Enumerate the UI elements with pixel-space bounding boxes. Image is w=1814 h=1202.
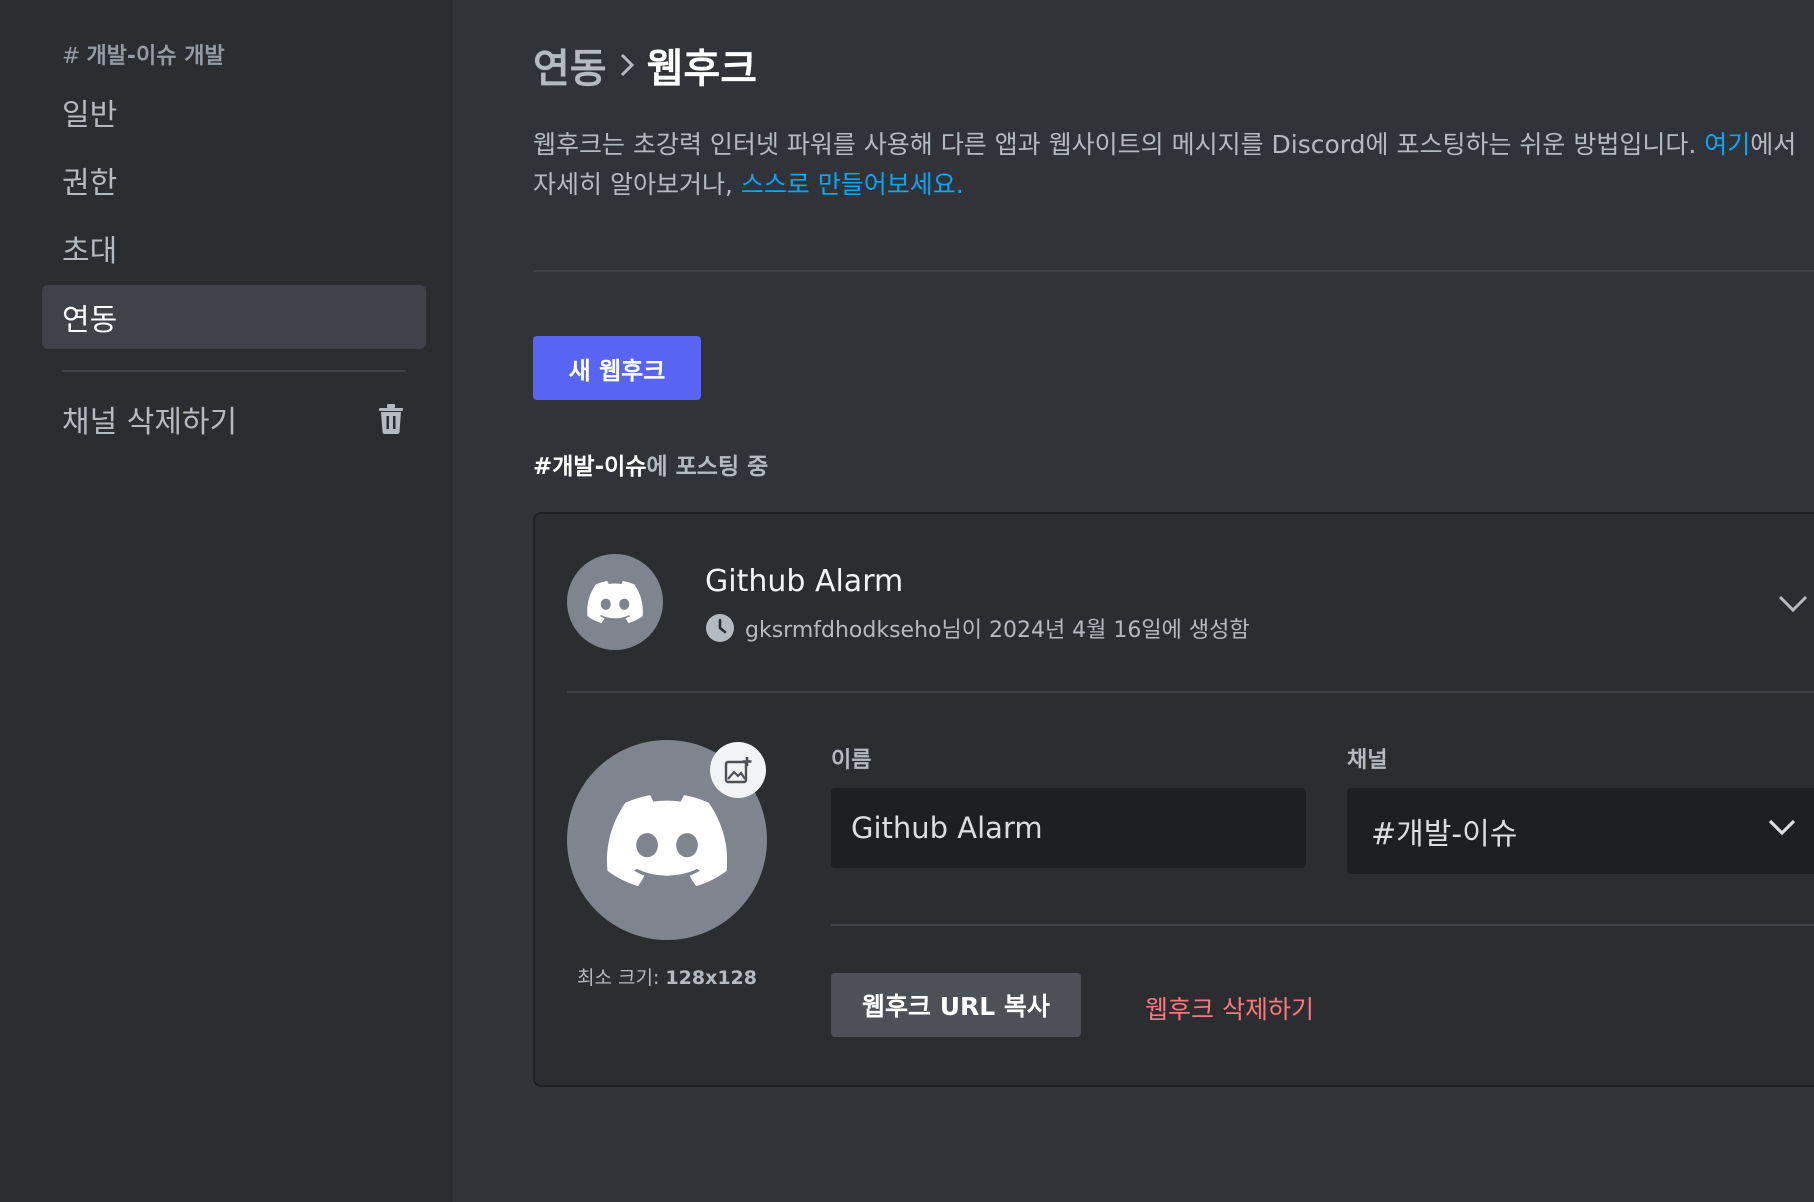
sidebar-header-hash: # bbox=[62, 44, 81, 69]
new-webhook-button[interactable]: 새 웹후크 bbox=[533, 336, 701, 400]
image-add-icon[interactable] bbox=[710, 742, 766, 798]
sidebar-item-label: 연동 bbox=[62, 303, 118, 338]
webhook-name-title: Github Alarm bbox=[705, 564, 904, 599]
channel-select-value: #개발-이슈 bbox=[1371, 817, 1518, 852]
sidebar-item-general[interactable]: 일반 bbox=[42, 80, 426, 144]
trash-icon bbox=[378, 404, 404, 434]
delete-channel-label: 채널 삭제하기 bbox=[62, 405, 238, 440]
avatar-min-size: 최소 크기: 128x128 bbox=[567, 963, 767, 990]
channel-field-label: 채널 bbox=[1347, 748, 1388, 773]
breadcrumb-parent[interactable]: 연동 bbox=[533, 36, 607, 94]
posting-suffix: 에 포스팅 중 bbox=[646, 454, 769, 480]
webhook-name-input[interactable] bbox=[831, 788, 1306, 868]
card-divider bbox=[567, 691, 1814, 693]
sidebar-item-permissions[interactable]: 권한 bbox=[42, 148, 426, 212]
make-your-own-link[interactable]: 스스로 만들어보세요. bbox=[741, 170, 964, 199]
chevron-down-icon bbox=[1767, 818, 1797, 838]
webhook-created-meta: gksrmfdhodkseho님이 2024년 4월 16일에 생성함 bbox=[705, 612, 1250, 644]
description-after-link: 에서 bbox=[1750, 130, 1797, 159]
name-field-label: 이름 bbox=[831, 748, 872, 773]
collapse-webhook-button[interactable] bbox=[1777, 594, 1809, 614]
sidebar-divider bbox=[62, 370, 406, 372]
channel-select[interactable]: #개발-이슈 bbox=[1347, 788, 1814, 874]
chevron-down-icon bbox=[1777, 594, 1809, 614]
sidebar-header-label: 개발-이슈 개발 bbox=[86, 44, 225, 69]
webhook-created-text: 님이 2024년 4월 16일에 생성함 bbox=[941, 618, 1250, 643]
main-content: 연동 웹후크 웹후크는 초강력 인터넷 파워를 사용해 다른 앱과 웹사이트의 … bbox=[453, 0, 1814, 1202]
webhook-description: 웹후크는 초강력 인터넷 파워를 사용해 다른 앱과 웹사이트의 메시지를 Di… bbox=[533, 125, 1814, 205]
section-divider bbox=[533, 270, 1814, 272]
description-line2: 자세히 알아보거나, bbox=[533, 170, 733, 199]
min-size-label: 최소 크기: bbox=[577, 967, 660, 989]
discord-logo-icon bbox=[607, 794, 727, 886]
posting-channel-label: #개발-이슈에 포스팅 중 bbox=[533, 447, 768, 481]
chevron-right-icon bbox=[617, 52, 637, 78]
delete-webhook-button[interactable]: 웹후크 삭제하기 bbox=[1145, 990, 1314, 1026]
discord-logo-icon bbox=[587, 581, 643, 623]
settings-sidebar: # 개발-이슈 개발 일반 권한 초대 연동 채널 삭제하기 bbox=[0, 0, 453, 1202]
clock-icon bbox=[705, 613, 735, 643]
page-title: 웹후크 bbox=[646, 46, 758, 92]
description-line1: 웹후크는 초강력 인터넷 파워를 사용해 다른 앱과 웹사이트의 메시지를 Di… bbox=[533, 130, 1697, 159]
copy-webhook-url-button[interactable]: 웹후크 URL 복사 bbox=[831, 973, 1081, 1037]
learn-more-link[interactable]: 여기 bbox=[1704, 130, 1750, 159]
sidebar-header: # 개발-이슈 개발 bbox=[62, 38, 225, 70]
webhook-avatar-small bbox=[567, 554, 663, 650]
card-divider bbox=[831, 924, 1814, 926]
breadcrumb: 연동 웹후크 bbox=[533, 36, 757, 94]
sidebar-item-label: 일반 bbox=[62, 98, 118, 133]
min-size-value: 128x128 bbox=[665, 967, 757, 989]
sidebar-item-label: 초대 bbox=[62, 234, 118, 269]
posting-channel-name: #개발-이슈 bbox=[533, 454, 647, 480]
delete-channel-button[interactable]: 채널 삭제하기 bbox=[42, 387, 426, 451]
sidebar-item-invites[interactable]: 초대 bbox=[42, 216, 426, 280]
webhook-card: Github Alarm gksrmfdhodkseho님이 2024년 4월 … bbox=[533, 512, 1814, 1087]
sidebar-item-label: 권한 bbox=[62, 166, 118, 201]
sidebar-item-integrations[interactable]: 연동 bbox=[42, 285, 426, 349]
webhook-creator: gksrmfdhodkseho bbox=[745, 618, 942, 643]
